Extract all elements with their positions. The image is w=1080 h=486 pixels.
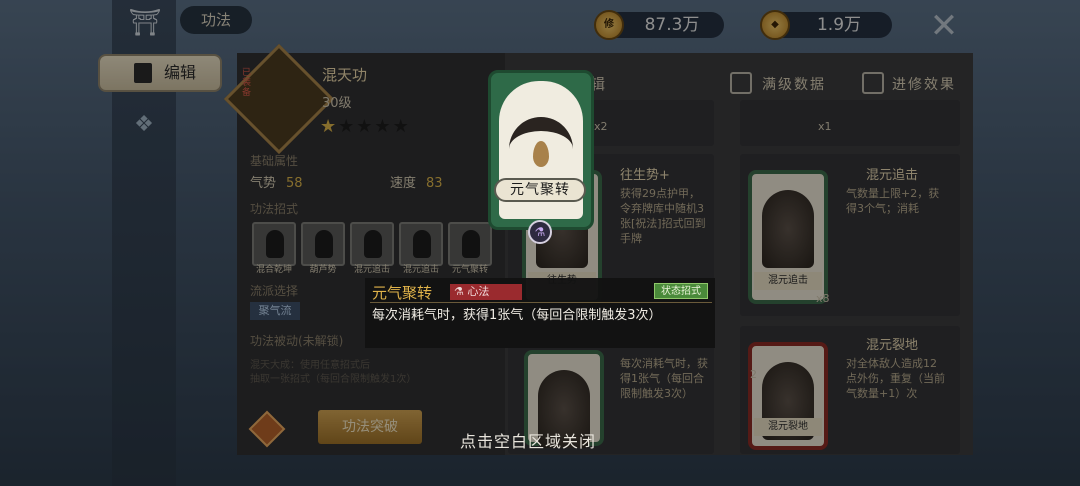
tooltip-type: ⚗ 心法 [450, 284, 522, 300]
featured-card [488, 70, 594, 230]
tooltip-type-label: 心法 [467, 285, 490, 298]
purple-flask-icon: ⚗ [528, 220, 552, 244]
tooltip-divider [370, 302, 712, 303]
tooltip-badge: 状态招式 [654, 283, 708, 299]
flame-icon [533, 141, 549, 167]
featured-card-name: 元气聚转 [494, 178, 586, 202]
tooltip-desc: 每次消耗气时，获得1张气（每回合限制触发3次） [372, 308, 662, 323]
tooltip-name: 元气聚转 [372, 284, 433, 302]
close-hint: 点击空白区域关闭 [460, 432, 597, 451]
